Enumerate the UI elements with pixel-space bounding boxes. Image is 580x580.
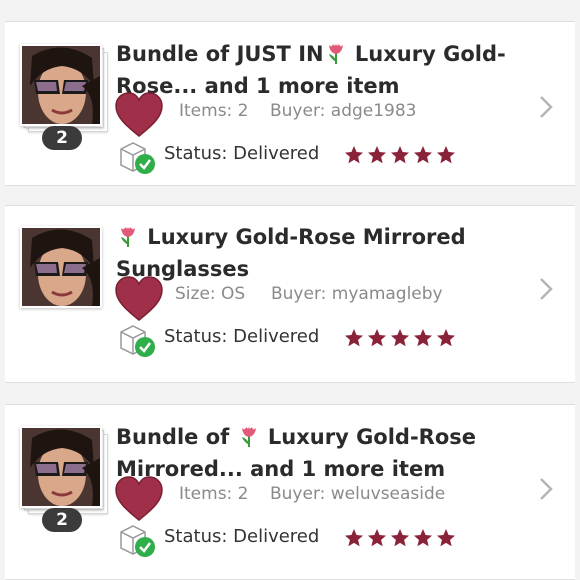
chevron-right-icon[interactable] (538, 276, 554, 302)
heart-icon[interactable] (114, 92, 164, 138)
star-icon (437, 146, 455, 164)
chevron-right-icon[interactable] (538, 476, 554, 502)
star-icon (345, 529, 363, 547)
product-image (20, 44, 102, 126)
package-delivered-icon (120, 142, 155, 174)
tulip-emoji-icon (324, 40, 348, 72)
product-thumbnail-stack[interactable] (20, 226, 110, 320)
order-title[interactable]: Bundle of JUST IN Luxury Gold-Rose... an… (116, 40, 526, 101)
star-icon (391, 529, 409, 547)
order-status: Status: Delivered (164, 526, 320, 547)
star-icon (368, 529, 386, 547)
buyer-name: Buyer: weluvseaside (270, 484, 446, 504)
star-icon (437, 329, 455, 347)
star-icon (345, 329, 363, 347)
star-icon (391, 146, 409, 164)
product-thumbnail-stack[interactable]: 2 (20, 426, 110, 532)
bundle-count-badge: 2 (42, 126, 82, 150)
star-icon (391, 329, 409, 347)
order-title[interactable]: Bundle of Luxury Gold-Rose Mirrored... a… (116, 423, 526, 484)
star-icon (345, 146, 363, 164)
star-icon (414, 329, 432, 347)
buyer-name: Buyer: adge1983 (270, 101, 417, 121)
rating-stars (344, 528, 456, 548)
star-icon (437, 529, 455, 547)
order-title[interactable]: Luxury Gold-Rose Mirrored Sunglasses (116, 223, 526, 284)
items-count: Items: 2 (179, 101, 249, 121)
order-status: Status: Delivered (164, 143, 320, 164)
order-status: Status: Delivered (164, 326, 320, 347)
tulip-emoji-icon (116, 223, 140, 255)
heart-icon[interactable] (114, 476, 164, 522)
items-count: Items: 2 (179, 484, 249, 504)
buyer-name: Buyer: myamagleby (271, 284, 443, 304)
star-icon (368, 329, 386, 347)
product-image (20, 426, 102, 508)
chevron-right-icon[interactable] (538, 94, 554, 120)
bundle-count-badge: 2 (42, 508, 82, 532)
star-icon (414, 529, 432, 547)
product-image (20, 226, 102, 308)
package-delivered-icon (120, 525, 155, 557)
package-delivered-icon (120, 325, 155, 357)
rating-stars (344, 145, 456, 165)
star-icon (368, 146, 386, 164)
rating-stars (344, 328, 456, 348)
size-label: Size: OS (175, 284, 246, 304)
heart-icon[interactable] (114, 276, 164, 322)
tulip-emoji-icon (237, 423, 261, 455)
product-thumbnail-stack[interactable]: 2 (20, 44, 110, 150)
star-icon (414, 146, 432, 164)
